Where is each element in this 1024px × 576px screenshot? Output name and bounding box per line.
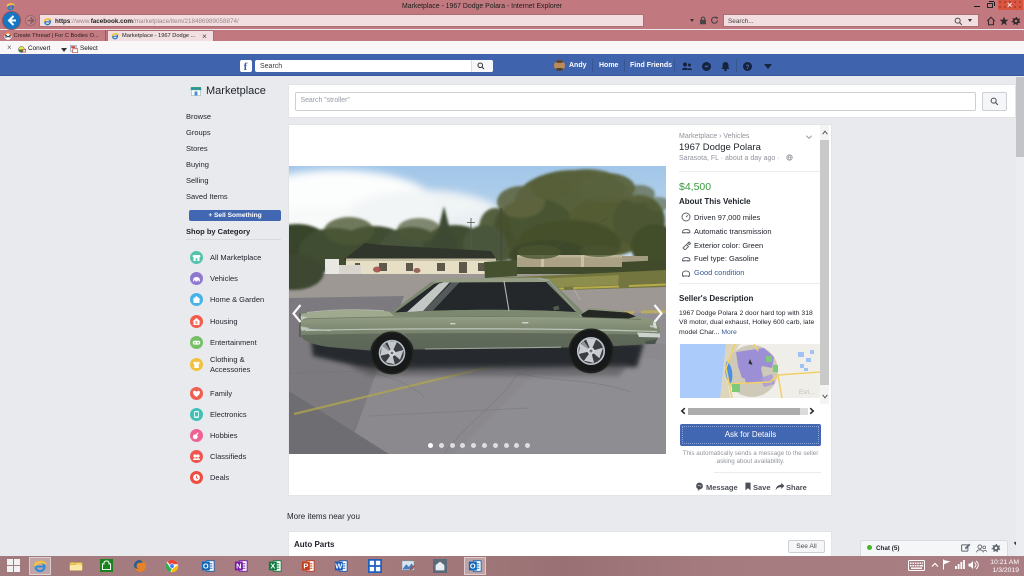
svg-text:X: X — [270, 562, 275, 571]
svg-text:O: O — [203, 562, 209, 571]
svg-text:Esri...: Esri... — [799, 390, 815, 396]
svg-text:N: N — [236, 562, 241, 571]
svg-text:?: ? — [746, 63, 750, 70]
svg-text:W: W — [335, 562, 342, 571]
svg-text:P: P — [303, 562, 308, 571]
svg-text:O: O — [470, 562, 476, 571]
